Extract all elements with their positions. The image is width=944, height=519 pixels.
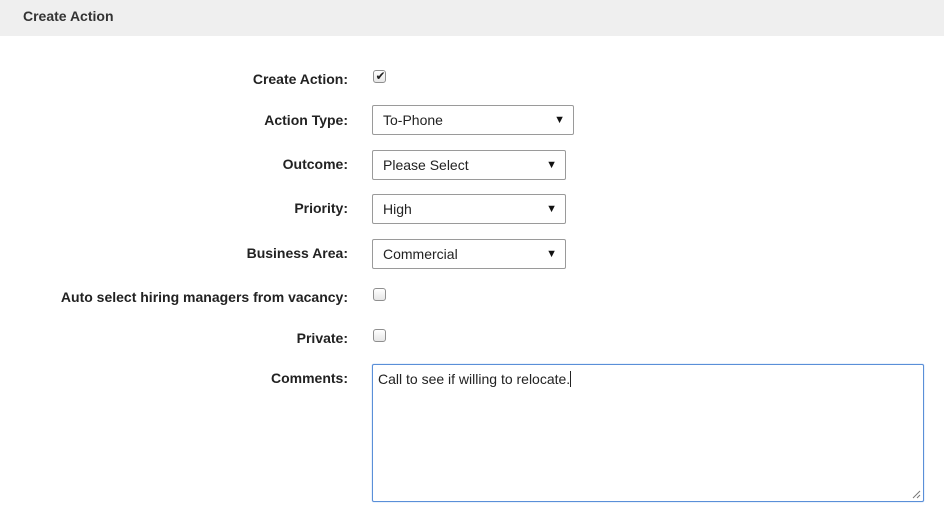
action-type-value: To-Phone: [383, 112, 443, 128]
create-action-label: Create Action:: [252, 71, 348, 87]
comments-label: Comments:: [270, 370, 348, 386]
auto-select-checkbox[interactable]: [373, 288, 386, 301]
chevron-down-icon: ▼: [546, 203, 557, 215]
chevron-down-icon: ▼: [546, 248, 557, 260]
action-type-label: Action Type:: [264, 112, 348, 128]
chevron-down-icon: ▼: [546, 159, 557, 171]
priority-value: High: [383, 201, 412, 217]
private-checkbox[interactable]: [373, 329, 386, 342]
priority-label: Priority:: [294, 200, 348, 216]
comments-textarea[interactable]: Call to see if willing to relocate.: [372, 364, 924, 502]
auto-select-label: Auto select hiring managers from vacancy…: [60, 289, 348, 305]
outcome-select[interactable]: Please Select ▼: [372, 150, 566, 180]
checkmark-icon: ✔: [375, 69, 386, 83]
chevron-down-icon: ▼: [554, 114, 565, 126]
section-header: Create Action: [0, 0, 944, 36]
section-title: Create Action: [23, 8, 114, 24]
business-area-value: Commercial: [383, 246, 458, 262]
text-caret: [570, 371, 572, 387]
comments-text: Call to see if willing to relocate.: [378, 371, 571, 387]
resize-handle-icon[interactable]: [911, 489, 921, 499]
business-area-label: Business Area:: [246, 245, 348, 261]
priority-select[interactable]: High ▼: [372, 194, 566, 224]
outcome-label: Outcome:: [282, 156, 348, 172]
outcome-value: Please Select: [383, 157, 469, 173]
business-area-select[interactable]: Commercial ▼: [372, 239, 566, 269]
private-label: Private:: [296, 330, 348, 346]
action-type-select[interactable]: To-Phone ▼: [372, 105, 574, 135]
create-action-checkbox[interactable]: ✔: [373, 69, 386, 83]
